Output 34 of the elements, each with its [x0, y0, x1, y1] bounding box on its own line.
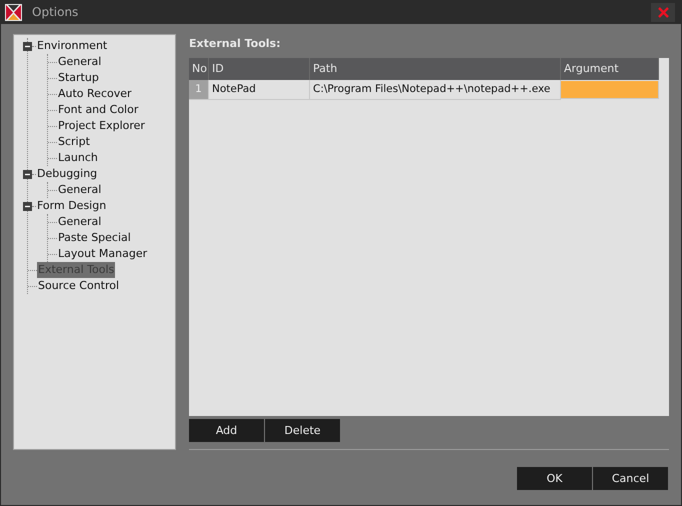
- tree-item[interactable]: Source Control: [37, 278, 120, 294]
- tree-item[interactable]: Layout Manager: [57, 246, 148, 262]
- tree-item[interactable]: Font and Color: [57, 102, 140, 118]
- tree-item[interactable]: Project Explorer: [57, 118, 146, 134]
- collapse-icon[interactable]: [23, 170, 32, 178]
- window-title: Options: [32, 5, 80, 19]
- tree-item[interactable]: Paste Special: [57, 230, 132, 246]
- delete-button[interactable]: Delete: [265, 419, 340, 442]
- tree-item[interactable]: Script: [57, 134, 91, 150]
- app-logo-icon: [5, 4, 22, 20]
- table-cell[interactable]: NotePad: [209, 80, 310, 100]
- tree-item[interactable]: Auto Recover: [57, 86, 133, 102]
- tree-item[interactable]: General: [57, 214, 102, 230]
- section-title: External Tools:: [189, 36, 282, 52]
- column-header: Path: [310, 58, 561, 80]
- table-cell[interactable]: [561, 81, 659, 99]
- tree-item[interactable]: Launch: [57, 150, 99, 166]
- collapse-icon[interactable]: [23, 42, 32, 50]
- tree-item[interactable]: Debugging: [36, 166, 98, 182]
- row-number: 1: [189, 80, 209, 100]
- table-cell[interactable]: C:\Program Files\Notepad++\notepad++.exe: [310, 80, 561, 100]
- column-header: ID: [209, 58, 310, 80]
- close-icon: [658, 6, 668, 18]
- tree-item[interactable]: Form Design: [36, 198, 108, 214]
- close-button[interactable]: [651, 2, 675, 22]
- tree-item[interactable]: General: [57, 182, 102, 198]
- tree-item[interactable]: General: [57, 54, 102, 70]
- cancel-button[interactable]: Cancel: [593, 467, 668, 490]
- collapse-icon[interactable]: [23, 202, 32, 210]
- tree-item[interactable]: Startup: [57, 70, 100, 86]
- ok-button[interactable]: OK: [517, 467, 592, 490]
- column-header: Argument: [561, 58, 659, 80]
- add-button[interactable]: Add: [189, 419, 264, 442]
- tree-item[interactable]: Environment: [36, 38, 108, 54]
